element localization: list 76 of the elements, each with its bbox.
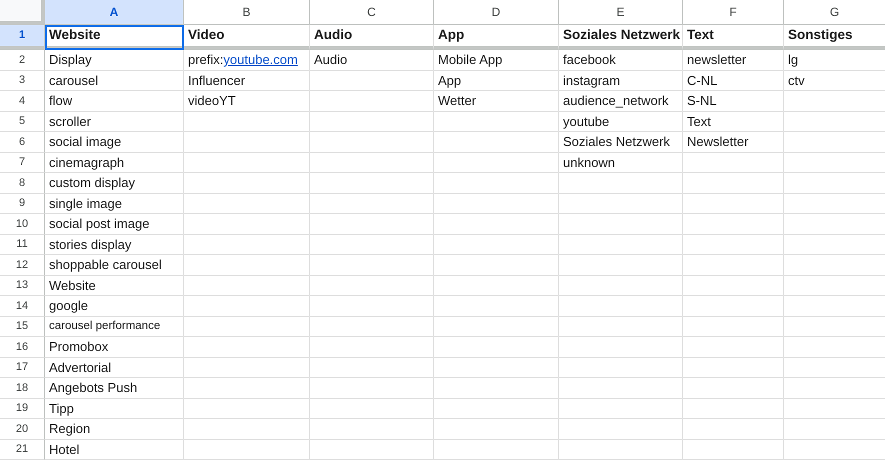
row-header[interactable]: 11: [0, 234, 45, 255]
header-cell: Text: [683, 25, 784, 50]
table-cell: social post image: [45, 214, 184, 234]
header-cell: Audio: [310, 25, 434, 50]
column-header[interactable]: A: [45, 0, 184, 25]
row-header[interactable]: 3: [0, 70, 45, 91]
table-cell: facebook: [559, 50, 683, 70]
row-header[interactable]: 7: [0, 152, 45, 173]
row-header[interactable]: 8: [0, 173, 45, 194]
table-cell: Newsletter: [683, 132, 784, 152]
row-header[interactable]: 5: [0, 112, 45, 132]
table-cell: newsletter: [683, 50, 784, 70]
table-cell: Angebots Push: [45, 378, 184, 398]
table-cell: Influencer: [184, 70, 310, 91]
table-cell: instagram: [559, 70, 683, 91]
row-header[interactable]: 6: [0, 132, 45, 152]
row-header[interactable]: 13: [0, 276, 45, 296]
column-header[interactable]: F: [683, 0, 784, 25]
row-header[interactable]: 18: [0, 378, 45, 398]
row-header[interactable]: 14: [0, 296, 45, 316]
table-cell: social image: [45, 132, 184, 152]
row-header[interactable]: 10: [0, 214, 45, 234]
row-header[interactable]: 16: [0, 337, 45, 358]
table-cell: google: [45, 296, 184, 316]
table-cell: Display: [45, 50, 184, 70]
header-cell: Video: [184, 25, 310, 50]
table-cell: audience_network: [559, 91, 683, 112]
table-cell: Advertorial: [45, 358, 184, 378]
row-header[interactable]: 15: [0, 316, 45, 337]
table-cell: prefix:youtube.com: [184, 50, 310, 70]
row-header[interactable]: 4: [0, 91, 45, 112]
table-cell: lg: [784, 50, 885, 70]
row-header[interactable]: 2: [0, 50, 45, 70]
header-cell: Soziales Netzwerk: [559, 25, 683, 50]
table-cell: youtube: [559, 112, 683, 132]
row-header[interactable]: 19: [0, 398, 45, 419]
table-cell: Promobox: [45, 337, 184, 358]
table-cell: scroller: [45, 112, 184, 132]
table-cell: stories display: [45, 234, 184, 255]
table-cell: Audio: [310, 50, 434, 70]
table-cell: flow: [45, 91, 184, 112]
header-cell: Sonstiges: [784, 25, 885, 50]
row-header[interactable]: 17: [0, 358, 45, 378]
table-cell: Mobile App: [434, 50, 559, 70]
table-cell: videoYT: [184, 91, 310, 112]
column-header[interactable]: E: [559, 0, 683, 25]
table-cell: single image: [45, 194, 184, 214]
table-cell: shoppable carousel: [45, 255, 184, 276]
row-header[interactable]: 12: [0, 255, 45, 276]
table-cell: custom display: [45, 173, 184, 194]
table-cell: C-NL: [683, 70, 784, 91]
row-header[interactable]: 21: [0, 440, 45, 460]
row-header[interactable]: 20: [0, 419, 45, 440]
header-cell: App: [434, 25, 559, 50]
table-cell: Website: [45, 276, 184, 296]
column-header[interactable]: C: [310, 0, 434, 25]
corner-cell[interactable]: [0, 0, 45, 25]
table-cell: Wetter: [434, 91, 559, 112]
table-cell: App: [434, 70, 559, 91]
table-cell: Tipp: [45, 398, 184, 419]
table-cell: Hotel: [45, 440, 184, 460]
column-header[interactable]: D: [434, 0, 559, 25]
table-cell: carousel: [45, 70, 184, 91]
header-cell: Website: [45, 25, 184, 50]
link[interactable]: youtube.com: [223, 50, 298, 70]
table-cell: ctv: [784, 70, 885, 91]
table-cell: cinemagraph: [45, 152, 184, 173]
column-header[interactable]: B: [184, 0, 310, 25]
row-header[interactable]: 9: [0, 194, 45, 214]
table-cell: Text: [683, 112, 784, 132]
table-cell: Soziales Netzwerk: [559, 132, 683, 152]
table-cell: S-NL: [683, 91, 784, 112]
table-cell: carousel performance: [45, 316, 184, 337]
table-cell: unknown: [559, 152, 683, 173]
table-cell: Region: [45, 419, 184, 440]
row-header[interactable]: 1: [0, 25, 45, 50]
